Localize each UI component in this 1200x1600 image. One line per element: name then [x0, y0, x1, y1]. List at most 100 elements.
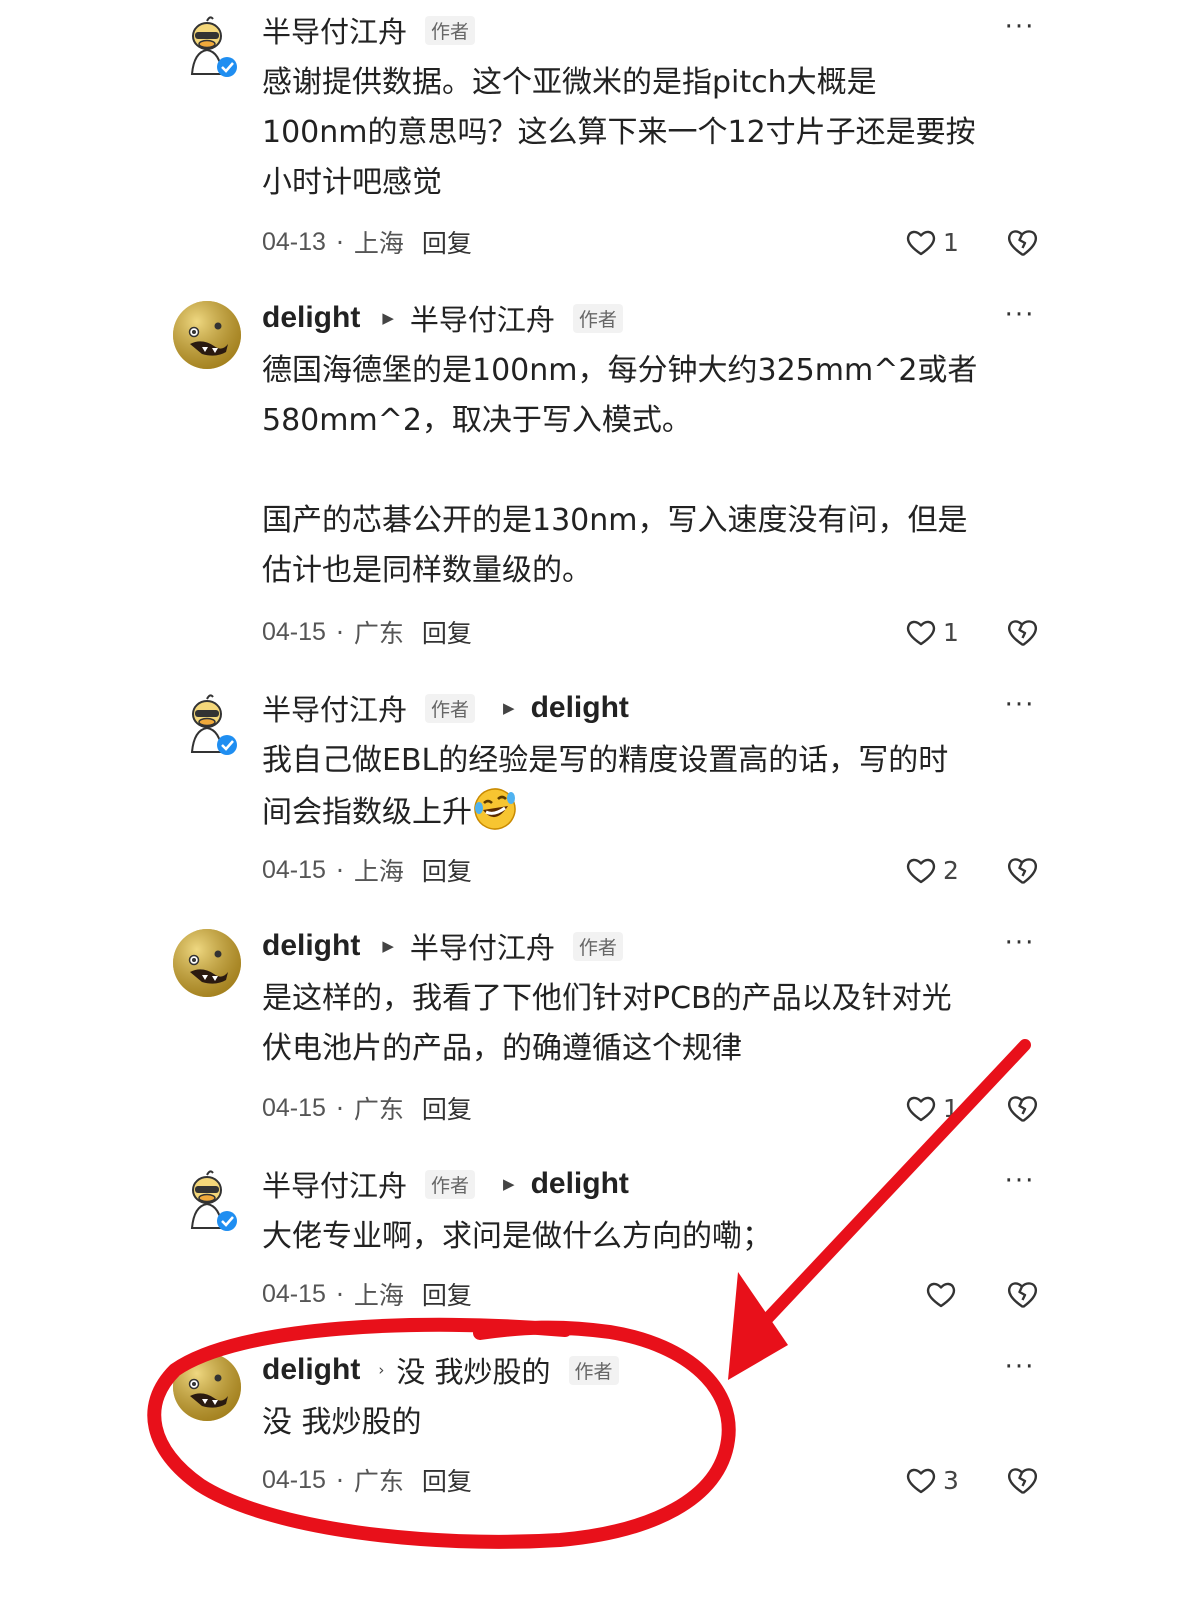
broken-heart-icon[interactable] — [1005, 852, 1041, 888]
broken-heart-icon[interactable] — [1005, 224, 1041, 260]
comment-header: 半导付江舟 作者 — [262, 8, 481, 52]
more-options-icon[interactable]: ··· — [1000, 1352, 1040, 1382]
comment-meta: 04-15 · 广东 回复 — [262, 1088, 472, 1128]
reply-to-username[interactable]: 没 我炒股的 — [396, 1349, 550, 1391]
comment-header: 半导付江舟 作者 ▶ delight — [262, 686, 629, 730]
heart-icon — [905, 855, 937, 885]
separator-dot: · — [335, 1465, 344, 1495]
username[interactable]: 半导付江舟 — [262, 687, 407, 729]
username[interactable]: 半导付江舟 — [262, 1163, 407, 1205]
red-arrow-shaft — [746, 1039, 1031, 1341]
more-options-icon[interactable]: ··· — [1000, 300, 1040, 330]
comment-text: 我自己做EBL的经验是写的精度设置高的话，写的时 间会指数级上升 — [262, 736, 1042, 838]
avatar[interactable] — [172, 1166, 242, 1236]
avatar[interactable] — [172, 928, 242, 998]
reply-button[interactable]: 回复 — [422, 224, 472, 260]
comment-date: 04-15 — [262, 1279, 326, 1308]
author-badge: 作者 — [425, 1169, 476, 1199]
comment-date: 04-15 — [262, 855, 326, 884]
broken-heart-icon[interactable] — [1005, 1276, 1041, 1312]
reply-arrow-icon: ▶ — [503, 1175, 515, 1193]
author-badge: 作者 — [425, 15, 476, 45]
comment-date: 04-13 — [262, 227, 326, 256]
like-button[interactable]: 2 — [905, 850, 959, 890]
reply-arrow-icon: › — [378, 1361, 385, 1379]
reply-to-username[interactable]: delight — [531, 1167, 629, 1201]
broken-heart-icon[interactable] — [1005, 614, 1041, 650]
comment-text: 德国海德堡的是100nm，每分钟大约325mm^2或者 580mm^2，取决于写… — [262, 353, 978, 588]
reply-arrow-icon: ▶ — [382, 309, 394, 327]
heart-icon — [925, 1279, 957, 1309]
author-badge: 作者 — [572, 303, 623, 333]
comment-text: 是这样的，我看了下他们针对PCB的产品以及针对光 伏电池片的产品，的确遵循这个规… — [262, 981, 952, 1066]
laughing-crying-emoji-icon — [474, 788, 516, 830]
comment-meta: 04-13 · 上海 回复 — [262, 222, 472, 262]
reply-button[interactable]: 回复 — [422, 852, 472, 888]
heart-icon — [905, 1465, 937, 1495]
username[interactable]: delight — [262, 1353, 360, 1387]
username[interactable]: 半导付江舟 — [262, 9, 407, 51]
separator-dot: · — [335, 1279, 344, 1309]
reply-button[interactable]: 回复 — [422, 614, 472, 650]
like-button[interactable]: 1 — [905, 1088, 959, 1128]
separator-dot: · — [335, 617, 344, 647]
username[interactable]: delight — [262, 301, 360, 335]
separator-dot: · — [335, 855, 344, 885]
more-options-icon[interactable]: ··· — [1000, 1166, 1040, 1196]
like-button[interactable] — [925, 1274, 963, 1314]
comment-header: delight › 没 我炒股的 作者 — [262, 1348, 625, 1392]
comment-date: 04-15 — [262, 1093, 326, 1122]
reply-to-username[interactable]: 半导付江舟 — [410, 297, 555, 339]
avatar[interactable] — [172, 12, 242, 82]
heart-icon — [905, 617, 937, 647]
reply-button[interactable]: 回复 — [422, 1090, 472, 1126]
comment-location: 广东 — [353, 619, 404, 648]
like-button[interactable]: 1 — [905, 612, 959, 652]
comment-location: 广东 — [353, 1467, 404, 1496]
broken-heart-icon[interactable] — [1005, 1090, 1041, 1126]
like-count: 1 — [943, 227, 959, 257]
comment-text-body: 我自己做EBL的经验是写的精度设置高的话，写的时 间会指数级上升 — [262, 743, 949, 830]
more-options-icon[interactable]: ··· — [1000, 690, 1040, 720]
author-badge: 作者 — [572, 931, 623, 961]
author-badge: 作者 — [425, 693, 476, 723]
reply-arrow-icon: ▶ — [503, 699, 515, 717]
author-badge: 作者 — [568, 1355, 619, 1385]
heart-icon — [905, 1093, 937, 1123]
comment-text: 没 我炒股的 — [262, 1405, 422, 1440]
separator-dot: · — [335, 227, 344, 257]
comment-location: 广东 — [353, 1095, 404, 1124]
like-button[interactable]: 1 — [905, 222, 959, 262]
reply-to-username[interactable]: delight — [531, 691, 629, 725]
separator-dot: · — [335, 1093, 344, 1123]
heart-icon — [905, 227, 937, 257]
reply-button[interactable]: 回复 — [422, 1462, 472, 1498]
like-button[interactable]: 3 — [905, 1460, 959, 1500]
comment-meta: 04-15 · 上海 回复 — [262, 1274, 472, 1314]
comment-meta: 04-15 · 广东 回复 — [262, 1460, 472, 1500]
like-count: 1 — [943, 1093, 959, 1123]
like-count: 3 — [943, 1465, 959, 1495]
avatar[interactable] — [172, 1352, 242, 1422]
avatar[interactable] — [172, 690, 242, 760]
reply-to-username[interactable]: 半导付江舟 — [410, 925, 555, 967]
like-count: 1 — [943, 617, 959, 647]
more-options-icon[interactable]: ··· — [1000, 928, 1040, 958]
more-options-icon[interactable]: ··· — [1000, 12, 1040, 42]
comment-location: 上海 — [353, 229, 404, 258]
comment-text: 大佬专业啊，求问是做什么方向的嘞； — [262, 1219, 772, 1254]
comment-meta: 04-15 · 上海 回复 — [262, 850, 472, 890]
reply-button[interactable]: 回复 — [422, 1276, 472, 1312]
broken-heart-icon[interactable] — [1005, 1462, 1041, 1498]
comment-header: delight ▶ 半导付江舟 作者 — [262, 924, 629, 968]
reply-arrow-icon: ▶ — [382, 937, 394, 955]
comment-header: delight ▶ 半导付江舟 作者 — [262, 296, 629, 340]
comment-location: 上海 — [353, 1281, 404, 1310]
comment-text: 感谢提供数据。这个亚微米的是指pitch大概是 100nm的意思吗？这么算下来一… — [262, 65, 976, 200]
comment-date: 04-15 — [262, 1465, 326, 1494]
like-count: 2 — [943, 855, 959, 885]
comment-date: 04-15 — [262, 617, 326, 646]
username[interactable]: delight — [262, 929, 360, 963]
avatar[interactable] — [172, 300, 242, 370]
comment-header: 半导付江舟 作者 ▶ delight — [262, 1162, 629, 1206]
